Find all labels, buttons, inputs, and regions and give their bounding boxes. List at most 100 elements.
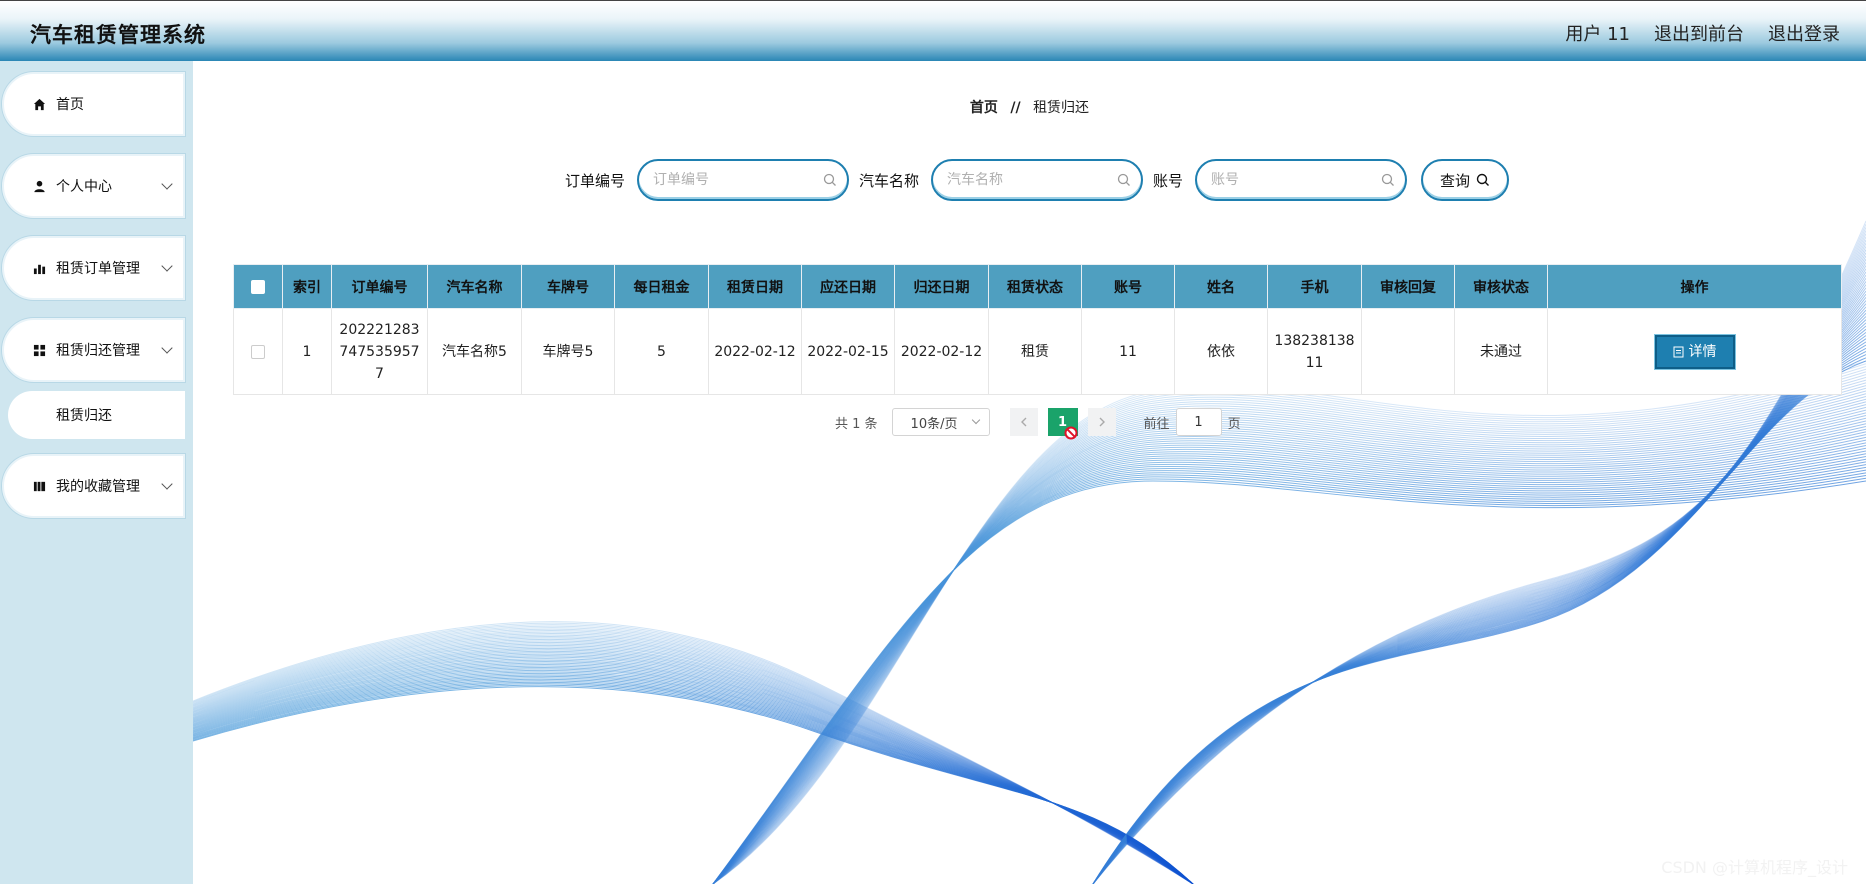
order-no-input[interactable] — [653, 170, 814, 190]
sidebar-item-rental-orders[interactable]: 租赁订单管理 — [2, 236, 185, 300]
cell-audit-status: 未通过 — [1454, 308, 1548, 395]
account-field[interactable] — [1195, 159, 1408, 201]
search-icon — [1476, 173, 1490, 186]
cell-plate: 车牌号5 — [521, 308, 615, 395]
column-header: 租赁状态 — [988, 264, 1082, 309]
sidebar: 首页 个人中心 租赁订单管理 租赁归还管理 租赁归还 我的收藏管理 — [0, 61, 193, 884]
page-unit: 页 — [1227, 416, 1241, 432]
select-all-checkbox[interactable] — [251, 279, 265, 294]
cell-account: 11 — [1081, 308, 1175, 395]
cell-name: 依依 — [1174, 308, 1268, 395]
watermark: CSDN @计算机程序_设计 — [1661, 858, 1848, 877]
sidebar-item-label: 个人中心 — [56, 179, 112, 195]
chevron-down-icon — [161, 260, 173, 272]
logout-link[interactable]: 退出登录 — [1768, 20, 1840, 46]
row-checkbox[interactable] — [251, 344, 265, 359]
sidebar-item-rental-returns[interactable]: 租赁归还管理 — [2, 318, 185, 382]
search-icon — [1381, 173, 1395, 186]
user-icon — [32, 179, 46, 193]
breadcrumb-separator: // — [1010, 100, 1021, 116]
cell-phone: 13823813811 — [1267, 308, 1362, 395]
sidebar-item-label: 首页 — [56, 97, 84, 113]
page-number-button[interactable]: 1 — [1047, 408, 1078, 440]
column-header: 每日租金 — [614, 264, 709, 309]
car-name-input[interactable] — [947, 170, 1108, 190]
next-page-button[interactable] — [1087, 408, 1116, 436]
column-header: 手机 — [1267, 264, 1362, 309]
cell-rental-status: 租赁 — [988, 308, 1082, 395]
column-header: 租赁日期 — [708, 264, 802, 309]
document-icon — [1673, 346, 1683, 357]
goto-page-input[interactable] — [1175, 408, 1222, 436]
cell-return-date: 2022-02-12 — [894, 308, 989, 395]
select-all-cell[interactable] — [233, 264, 283, 309]
chevron-down-icon — [161, 478, 173, 490]
breadcrumb-home[interactable]: 首页 — [970, 100, 998, 116]
column-header: 审核状态 — [1454, 264, 1548, 309]
home-icon — [32, 97, 46, 111]
bar-chart-icon — [32, 261, 46, 275]
user-label: 用户 11 — [1565, 24, 1630, 45]
order-no-field[interactable] — [637, 159, 850, 201]
sidebar-subitem-rental-return[interactable]: 租赁归还 — [8, 391, 185, 439]
column-header: 汽车名称 — [427, 264, 522, 309]
column-header: 订单编号 — [331, 264, 428, 309]
data-table: 索引 订单编号 汽车名称 车牌号 每日租金 租赁日期 应还日期 归还日期 租赁状… — [233, 264, 1842, 395]
search-icon — [823, 173, 836, 186]
goto-page: 前往 页 — [1144, 408, 1241, 436]
top-header: 汽车租赁管理系统 用户 11 退出到前台 退出登录 — [0, 0, 1866, 61]
sidebar-item-profile[interactable]: 个人中心 — [2, 154, 185, 218]
detail-button[interactable]: 详情 — [1654, 334, 1735, 369]
main-content: 首页 // 租赁归还 订单编号 汽车名称 账号 查询 — [193, 61, 1866, 884]
table-header-row: 索引 订单编号 汽车名称 车牌号 每日租金 租赁日期 应还日期 归还日期 租赁状… — [233, 264, 1842, 309]
prev-page-button[interactable] — [1009, 408, 1038, 436]
sidebar-item-favorites[interactable]: 我的收藏管理 — [2, 454, 185, 518]
cell-car-name: 汽车名称5 — [427, 308, 522, 395]
search-icon — [1117, 173, 1130, 186]
chevron-down-icon — [971, 415, 980, 425]
chevron-down-icon — [161, 178, 173, 190]
row-select-cell[interactable] — [233, 308, 283, 395]
cell-due-date: 2022-02-15 — [801, 308, 895, 395]
grid-icon — [32, 343, 46, 357]
column-header: 审核回复 — [1361, 264, 1455, 309]
to-front-link[interactable]: 退出到前台 — [1654, 20, 1744, 46]
column-header: 车牌号 — [521, 264, 615, 309]
page-size-select[interactable]: 10条/页 — [891, 408, 990, 436]
sidebar-item-home[interactable]: 首页 — [2, 72, 185, 136]
pagination: 共 1 条 10条/页 1 前往 页 — [835, 408, 1241, 440]
chevron-right-icon — [1099, 417, 1105, 427]
chevron-left-icon — [1020, 417, 1027, 427]
order-no-label: 订单编号 — [565, 171, 626, 190]
car-name-field[interactable] — [931, 159, 1144, 201]
column-header: 归还日期 — [894, 264, 989, 309]
cell-index: 1 — [282, 308, 332, 395]
query-button-label: 查询 — [1440, 171, 1471, 190]
total-count: 共 1 条 — [835, 416, 878, 432]
account-input[interactable] — [1211, 170, 1372, 190]
column-header: 姓名 — [1174, 264, 1268, 309]
column-header: 索引 — [282, 264, 332, 309]
detail-button-label: 详情 — [1688, 343, 1717, 360]
car-name-label: 汽车名称 — [859, 171, 920, 190]
header-actions: 用户 11 退出到前台 退出登录 — [1565, 20, 1840, 46]
breadcrumb-current: 租赁归还 — [1033, 100, 1090, 116]
cell-daily-rent: 5 — [614, 308, 709, 395]
book-icon — [32, 479, 46, 493]
table-row: 1 2022212837475359577 汽车名称5 车牌号5 5 2022-… — [233, 308, 1842, 395]
column-header: 账号 — [1081, 264, 1175, 309]
sidebar-item-label: 我的收藏管理 — [56, 479, 140, 495]
chevron-down-icon — [161, 342, 173, 354]
query-button[interactable]: 查询 — [1421, 159, 1510, 201]
breadcrumb: 首页 // 租赁归还 — [193, 97, 1866, 117]
goto-label: 前往 — [1143, 416, 1170, 432]
account-label: 账号 — [1153, 171, 1184, 190]
app-title: 汽车租赁管理系统 — [30, 23, 206, 47]
cell-actions: 详情 — [1547, 308, 1842, 395]
sidebar-item-label: 租赁归还管理 — [56, 343, 140, 359]
cell-rent-date: 2022-02-12 — [708, 308, 802, 395]
sidebar-item-label: 租赁订单管理 — [56, 261, 140, 277]
column-header: 应还日期 — [801, 264, 895, 309]
cell-order-no: 2022212837475359577 — [331, 308, 428, 395]
search-bar: 订单编号 汽车名称 账号 查询 — [565, 159, 1510, 201]
